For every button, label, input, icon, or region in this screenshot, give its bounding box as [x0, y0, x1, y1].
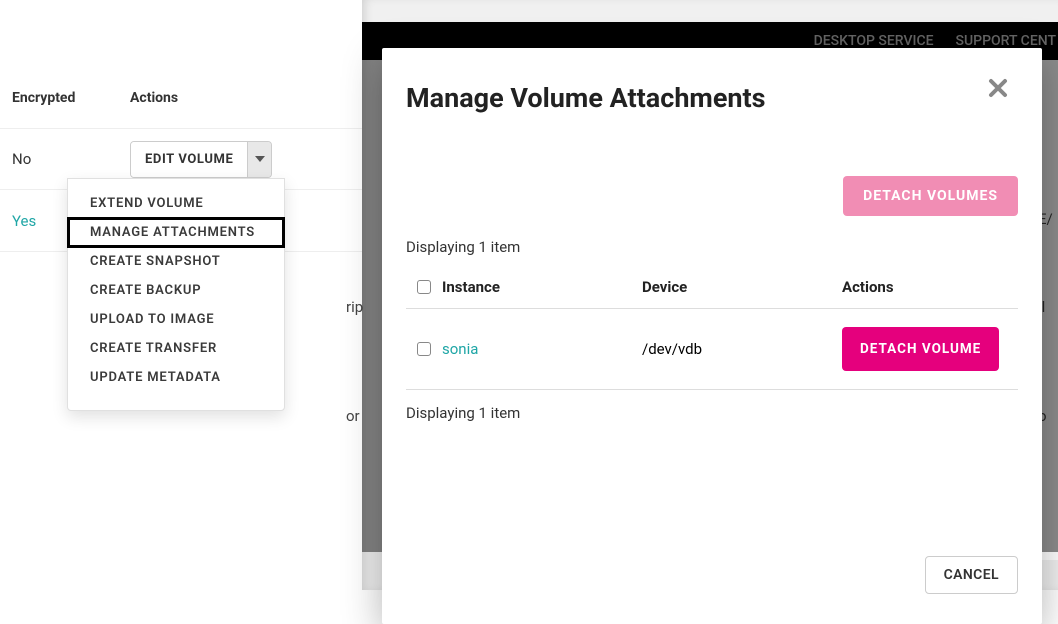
- table-header: Instance Device Actions: [406, 270, 1018, 309]
- col-instance-header: Instance: [442, 278, 642, 296]
- modal-title: Manage Volume Attachments: [406, 82, 766, 114]
- displaying-count-top: Displaying 1 item: [406, 238, 1018, 256]
- menu-create-backup[interactable]: CREATE BACKUP: [68, 276, 284, 305]
- col-actions-header: Actions: [842, 278, 1018, 296]
- modal-header: Manage Volume Attachments: [382, 48, 1042, 114]
- attachment-row: sonia /dev/vdb DETACH VOLUME: [406, 309, 1018, 390]
- col-device-header: Device: [642, 278, 842, 296]
- table-header-row: Encrypted Actions: [0, 90, 362, 106]
- menu-manage-attachments[interactable]: MANAGE ATTACHMENTS: [68, 218, 284, 247]
- modal-close-button[interactable]: [988, 78, 1008, 102]
- menu-extend-volume[interactable]: EXTEND VOLUME: [68, 189, 284, 218]
- detach-volume-button[interactable]: DETACH VOLUME: [842, 327, 999, 371]
- displaying-count-bottom: Displaying 1 item: [406, 404, 1018, 422]
- row-checkbox[interactable]: [417, 342, 431, 356]
- menu-create-snapshot[interactable]: CREATE SNAPSHOT: [68, 247, 284, 276]
- bg-text-fragment: or: [346, 407, 360, 425]
- volumes-table-fragment: Encrypted Actions No EDIT VOLUME Yes TA …: [0, 0, 362, 590]
- edit-volume-caret[interactable]: [247, 142, 271, 177]
- edit-volume-split-button[interactable]: EDIT VOLUME: [130, 141, 272, 178]
- bg-text-fragment: rip: [346, 298, 363, 316]
- edit-volume-button[interactable]: EDIT VOLUME: [131, 142, 247, 177]
- device-cell: /dev/vdb: [642, 340, 842, 358]
- col-actions-header: Actions: [130, 90, 230, 106]
- menu-update-metadata[interactable]: UPDATE METADATA: [68, 363, 284, 392]
- cancel-button[interactable]: CANCEL: [925, 556, 1018, 594]
- manage-attachments-modal: Manage Volume Attachments DETACH VOLUMES…: [382, 48, 1042, 624]
- volume-actions-dropdown: EXTEND VOLUME MANAGE ATTACHMENTS CREATE …: [67, 178, 285, 411]
- chevron-down-icon: [255, 156, 265, 162]
- menu-upload-to-image[interactable]: UPLOAD TO IMAGE: [68, 305, 284, 334]
- modal-footer: CANCEL: [382, 546, 1042, 624]
- menu-create-transfer[interactable]: CREATE TRANSFER: [68, 334, 284, 363]
- col-encrypted-header: Encrypted: [0, 90, 130, 106]
- attachments-table: Instance Device Actions sonia /dev/vdb D…: [406, 270, 1018, 390]
- detach-volumes-button[interactable]: DETACH VOLUMES: [843, 176, 1018, 216]
- close-icon: [988, 78, 1008, 98]
- select-all-checkbox[interactable]: [417, 280, 431, 294]
- modal-body: DETACH VOLUMES Displaying 1 item Instanc…: [382, 114, 1042, 440]
- instance-link[interactable]: sonia: [442, 340, 478, 358]
- encrypted-cell: No: [0, 150, 130, 168]
